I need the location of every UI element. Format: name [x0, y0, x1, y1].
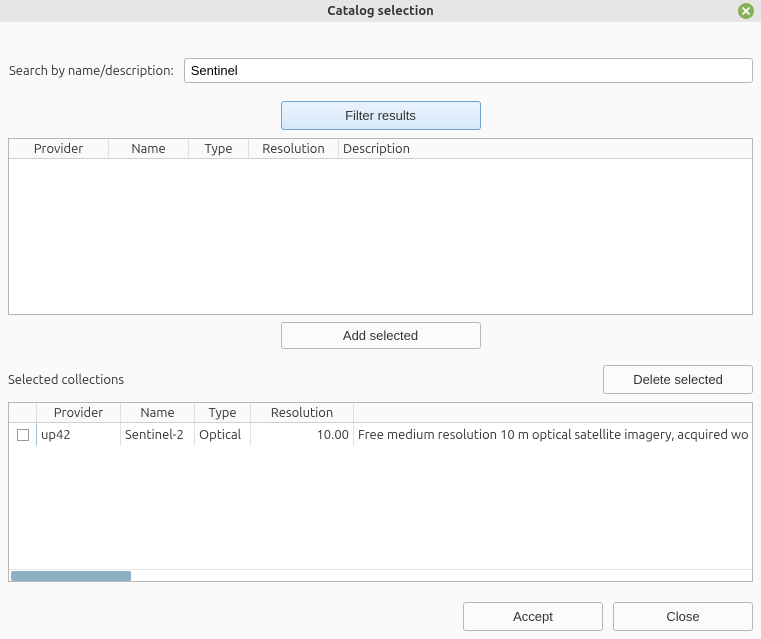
selected-header-type[interactable]: Type	[195, 403, 251, 422]
selected-grid-body: up42 Sentinel-2 Optical 10.00 Free mediu…	[9, 423, 752, 569]
selected-grid-scrollbar[interactable]	[9, 569, 752, 581]
accept-button[interactable]: Accept	[463, 602, 603, 631]
results-grid-header: Provider Name Type Resolution Descriptio…	[9, 139, 752, 159]
row-description: Free medium resolution 10 m optical sate…	[354, 423, 752, 446]
dialog-button-row: Accept Close	[8, 602, 753, 631]
row-resolution: 10.00	[251, 423, 354, 446]
window-close-button[interactable]	[738, 3, 754, 19]
results-header-resolution[interactable]: Resolution	[249, 139, 339, 158]
results-grid-body	[9, 159, 752, 314]
scrollbar-thumb[interactable]	[11, 571, 131, 581]
selected-header-row: Selected collections Delete selected	[8, 365, 753, 394]
delete-selected-button[interactable]: Delete selected	[603, 365, 753, 394]
selected-grid[interactable]: Provider Name Type Resolution up42 Senti…	[8, 402, 753, 582]
table-row[interactable]: up42 Sentinel-2 Optical 10.00 Free mediu…	[9, 423, 752, 446]
results-header-name[interactable]: Name	[109, 139, 189, 158]
window-title: Catalog selection	[327, 4, 434, 18]
window-titlebar: Catalog selection	[0, 0, 761, 22]
row-type: Optical	[195, 423, 251, 446]
selected-header-description[interactable]	[354, 403, 752, 422]
search-row: Search by name/description:	[8, 58, 753, 83]
selected-header-checkbox[interactable]	[9, 403, 37, 422]
results-header-type[interactable]: Type	[189, 139, 249, 158]
selected-collections-label: Selected collections	[8, 373, 124, 387]
filter-row: Filter results	[8, 101, 753, 130]
row-name: Sentinel-2	[121, 423, 195, 446]
results-header-provider[interactable]: Provider	[9, 139, 109, 158]
filter-results-button[interactable]: Filter results	[281, 101, 481, 130]
results-grid[interactable]: Provider Name Type Resolution Descriptio…	[8, 138, 753, 315]
selected-grid-header: Provider Name Type Resolution	[9, 403, 752, 423]
selected-header-provider[interactable]: Provider	[37, 403, 121, 422]
dialog-content: Search by name/description: Filter resul…	[0, 22, 761, 639]
search-input[interactable]	[184, 58, 753, 83]
checkbox-icon[interactable]	[17, 429, 29, 441]
row-provider: up42	[37, 423, 121, 446]
close-button[interactable]: Close	[613, 602, 753, 631]
search-label: Search by name/description:	[8, 64, 174, 78]
add-selected-row: Add selected	[8, 322, 753, 349]
results-header-description[interactable]: Description	[339, 139, 752, 158]
close-icon	[741, 6, 751, 16]
selected-header-resolution[interactable]: Resolution	[251, 403, 354, 422]
row-checkbox-cell[interactable]	[9, 423, 37, 446]
selected-header-name[interactable]: Name	[121, 403, 195, 422]
add-selected-button[interactable]: Add selected	[281, 322, 481, 349]
